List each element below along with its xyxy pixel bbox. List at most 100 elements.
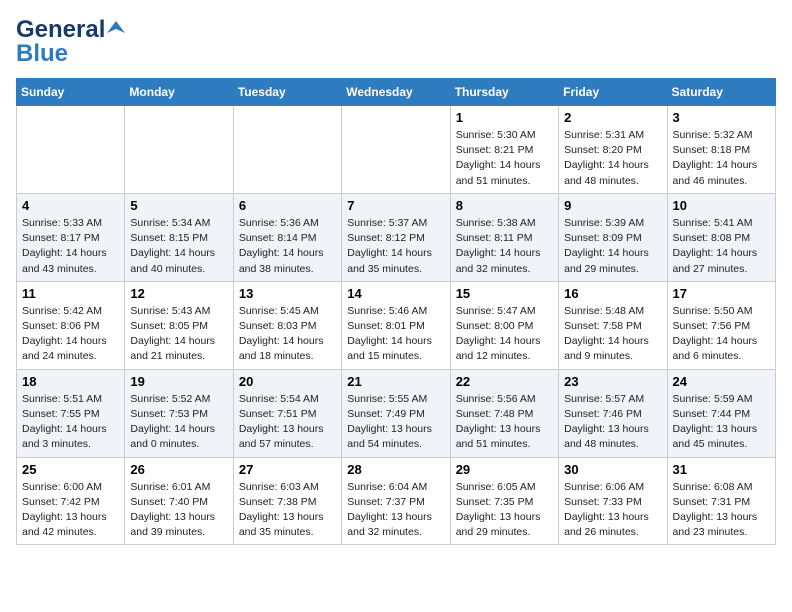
logo: General Blue — [16, 16, 125, 68]
day-number: 5 — [130, 198, 227, 213]
day-info: Sunrise: 6:04 AM Sunset: 7:37 PM Dayligh… — [347, 480, 444, 541]
day-number: 3 — [673, 110, 770, 125]
calendar-week-row: 25 Sunrise: 6:00 AM Sunset: 7:42 PM Dayli… — [17, 457, 776, 545]
day-info: Sunrise: 5:50 AM Sunset: 7:56 PM Dayligh… — [673, 304, 770, 365]
day-number: 13 — [239, 286, 336, 301]
calendar-week-row: 1Sunrise: 5:30 AM Sunset: 8:21 PM Daylig… — [17, 106, 776, 194]
calendar-cell: 12 Sunrise: 5:43 AM Sunset: 8:05 PM Dayli… — [125, 281, 233, 369]
day-info: Sunrise: 5:51 AM Sunset: 7:55 PM Dayligh… — [22, 392, 119, 453]
calendar-cell: 17 Sunrise: 5:50 AM Sunset: 7:56 PM Dayli… — [667, 281, 775, 369]
day-info: Sunrise: 5:43 AM Sunset: 8:05 PM Dayligh… — [130, 304, 227, 365]
day-number: 9 — [564, 198, 661, 213]
day-number: 8 — [456, 198, 553, 213]
day-info: Sunrise: 5:33 AM Sunset: 8:17 PM Dayligh… — [22, 216, 119, 277]
calendar-body: 1Sunrise: 5:30 AM Sunset: 8:21 PM Daylig… — [17, 106, 776, 545]
calendar-cell: 19 Sunrise: 5:52 AM Sunset: 7:53 PM Dayli… — [125, 369, 233, 457]
calendar-cell: 9 Sunrise: 5:39 AM Sunset: 8:09 PM Daylig… — [559, 193, 667, 281]
day-info: Sunrise: 5:32 AM Sunset: 8:18 PM Dayligh… — [673, 128, 770, 189]
day-number: 6 — [239, 198, 336, 213]
calendar-cell: 25 Sunrise: 6:00 AM Sunset: 7:42 PM Dayli… — [17, 457, 125, 545]
day-number: 24 — [673, 374, 770, 389]
calendar-cell: 30 Sunrise: 6:06 AM Sunset: 7:33 PM Dayli… — [559, 457, 667, 545]
day-info: Sunrise: 5:47 AM Sunset: 8:00 PM Dayligh… — [456, 304, 553, 365]
day-number: 25 — [22, 462, 119, 477]
col-header-thursday: Thursday — [450, 79, 558, 106]
day-info: Sunrise: 5:46 AM Sunset: 8:01 PM Dayligh… — [347, 304, 444, 365]
day-info: Sunrise: 5:34 AM Sunset: 8:15 PM Dayligh… — [130, 216, 227, 277]
calendar-week-row: 18 Sunrise: 5:51 AM Sunset: 7:55 PM Dayli… — [17, 369, 776, 457]
day-info: Sunrise: 5:31 AM Sunset: 8:20 PM Dayligh… — [564, 128, 661, 189]
calendar-cell: 29 Sunrise: 6:05 AM Sunset: 7:35 PM Dayli… — [450, 457, 558, 545]
calendar-cell: 18 Sunrise: 5:51 AM Sunset: 7:55 PM Dayli… — [17, 369, 125, 457]
day-number: 17 — [673, 286, 770, 301]
calendar-cell: 23Sunrise: 5:57 AM Sunset: 7:46 PM Dayli… — [559, 369, 667, 457]
day-number: 28 — [347, 462, 444, 477]
day-info: Sunrise: 5:39 AM Sunset: 8:09 PM Dayligh… — [564, 216, 661, 277]
day-info: Sunrise: 5:38 AM Sunset: 8:11 PM Dayligh… — [456, 216, 553, 277]
calendar-cell: 16Sunrise: 5:48 AM Sunset: 7:58 PM Dayli… — [559, 281, 667, 369]
day-number: 12 — [130, 286, 227, 301]
calendar-cell: 20Sunrise: 5:54 AM Sunset: 7:51 PM Dayli… — [233, 369, 341, 457]
day-info: Sunrise: 5:37 AM Sunset: 8:12 PM Dayligh… — [347, 216, 444, 277]
day-number: 29 — [456, 462, 553, 477]
day-number: 11 — [22, 286, 119, 301]
col-header-friday: Friday — [559, 79, 667, 106]
day-number: 30 — [564, 462, 661, 477]
calendar-cell: 6 Sunrise: 5:36 AM Sunset: 8:14 PM Daylig… — [233, 193, 341, 281]
day-number: 15 — [456, 286, 553, 301]
day-info: Sunrise: 6:05 AM Sunset: 7:35 PM Dayligh… — [456, 480, 553, 541]
col-header-monday: Monday — [125, 79, 233, 106]
day-number: 16 — [564, 286, 661, 301]
calendar-cell: 1Sunrise: 5:30 AM Sunset: 8:21 PM Daylig… — [450, 106, 558, 194]
calendar-cell: 3 Sunrise: 5:32 AM Sunset: 8:18 PM Daylig… — [667, 106, 775, 194]
calendar-cell: 27 Sunrise: 6:03 AM Sunset: 7:38 PM Dayli… — [233, 457, 341, 545]
calendar-cell — [125, 106, 233, 194]
day-number: 7 — [347, 198, 444, 213]
day-number: 10 — [673, 198, 770, 213]
day-number: 21 — [347, 374, 444, 389]
day-info: Sunrise: 6:01 AM Sunset: 7:40 PM Dayligh… — [130, 480, 227, 541]
calendar-cell: 13 Sunrise: 5:45 AM Sunset: 8:03 PM Dayli… — [233, 281, 341, 369]
calendar-cell — [342, 106, 450, 194]
calendar-table: SundayMondayTuesdayWednesdayThursdayFrid… — [16, 78, 776, 545]
day-info: Sunrise: 5:42 AM Sunset: 8:06 PM Dayligh… — [22, 304, 119, 365]
day-number: 18 — [22, 374, 119, 389]
col-header-wednesday: Wednesday — [342, 79, 450, 106]
logo-blue: Blue — [16, 40, 68, 68]
day-number: 4 — [22, 198, 119, 213]
calendar-cell: 24 Sunrise: 5:59 AM Sunset: 7:44 PM Dayli… — [667, 369, 775, 457]
calendar-cell — [233, 106, 341, 194]
calendar-cell: 21Sunrise: 5:55 AM Sunset: 7:49 PM Dayli… — [342, 369, 450, 457]
day-number: 1 — [456, 110, 553, 125]
day-number: 22 — [456, 374, 553, 389]
day-info: Sunrise: 5:41 AM Sunset: 8:08 PM Dayligh… — [673, 216, 770, 277]
day-info: Sunrise: 6:00 AM Sunset: 7:42 PM Dayligh… — [22, 480, 119, 541]
calendar-cell: 2Sunrise: 5:31 AM Sunset: 8:20 PM Daylig… — [559, 106, 667, 194]
day-info: Sunrise: 6:08 AM Sunset: 7:31 PM Dayligh… — [673, 480, 770, 541]
calendar-cell: 11 Sunrise: 5:42 AM Sunset: 8:06 PM Dayli… — [17, 281, 125, 369]
calendar-cell: 7 Sunrise: 5:37 AM Sunset: 8:12 PM Daylig… — [342, 193, 450, 281]
day-number: 31 — [673, 462, 770, 477]
calendar-cell: 8 Sunrise: 5:38 AM Sunset: 8:11 PM Daylig… — [450, 193, 558, 281]
col-header-sunday: Sunday — [17, 79, 125, 106]
col-header-tuesday: Tuesday — [233, 79, 341, 106]
day-info: Sunrise: 5:36 AM Sunset: 8:14 PM Dayligh… — [239, 216, 336, 277]
day-info: Sunrise: 5:56 AM Sunset: 7:48 PM Dayligh… — [456, 392, 553, 453]
calendar-cell: 15 Sunrise: 5:47 AM Sunset: 8:00 PM Dayli… — [450, 281, 558, 369]
day-info: Sunrise: 6:06 AM Sunset: 7:33 PM Dayligh… — [564, 480, 661, 541]
day-number: 19 — [130, 374, 227, 389]
calendar-cell: 28 Sunrise: 6:04 AM Sunset: 7:37 PM Dayli… — [342, 457, 450, 545]
day-info: Sunrise: 5:45 AM Sunset: 8:03 PM Dayligh… — [239, 304, 336, 365]
day-number: 14 — [347, 286, 444, 301]
day-number: 26 — [130, 462, 227, 477]
calendar-cell: 14 Sunrise: 5:46 AM Sunset: 8:01 PM Dayli… — [342, 281, 450, 369]
calendar-week-row: 4 Sunrise: 5:33 AM Sunset: 8:17 PM Daylig… — [17, 193, 776, 281]
day-number: 27 — [239, 462, 336, 477]
logo-bird-icon — [107, 19, 125, 37]
day-number: 20 — [239, 374, 336, 389]
day-info: Sunrise: 5:59 AM Sunset: 7:44 PM Dayligh… — [673, 392, 770, 453]
day-info: Sunrise: 6:03 AM Sunset: 7:38 PM Dayligh… — [239, 480, 336, 541]
page-header: General Blue — [16, 16, 776, 68]
day-info: Sunrise: 5:52 AM Sunset: 7:53 PM Dayligh… — [130, 392, 227, 453]
calendar-cell: 26 Sunrise: 6:01 AM Sunset: 7:40 PM Dayli… — [125, 457, 233, 545]
